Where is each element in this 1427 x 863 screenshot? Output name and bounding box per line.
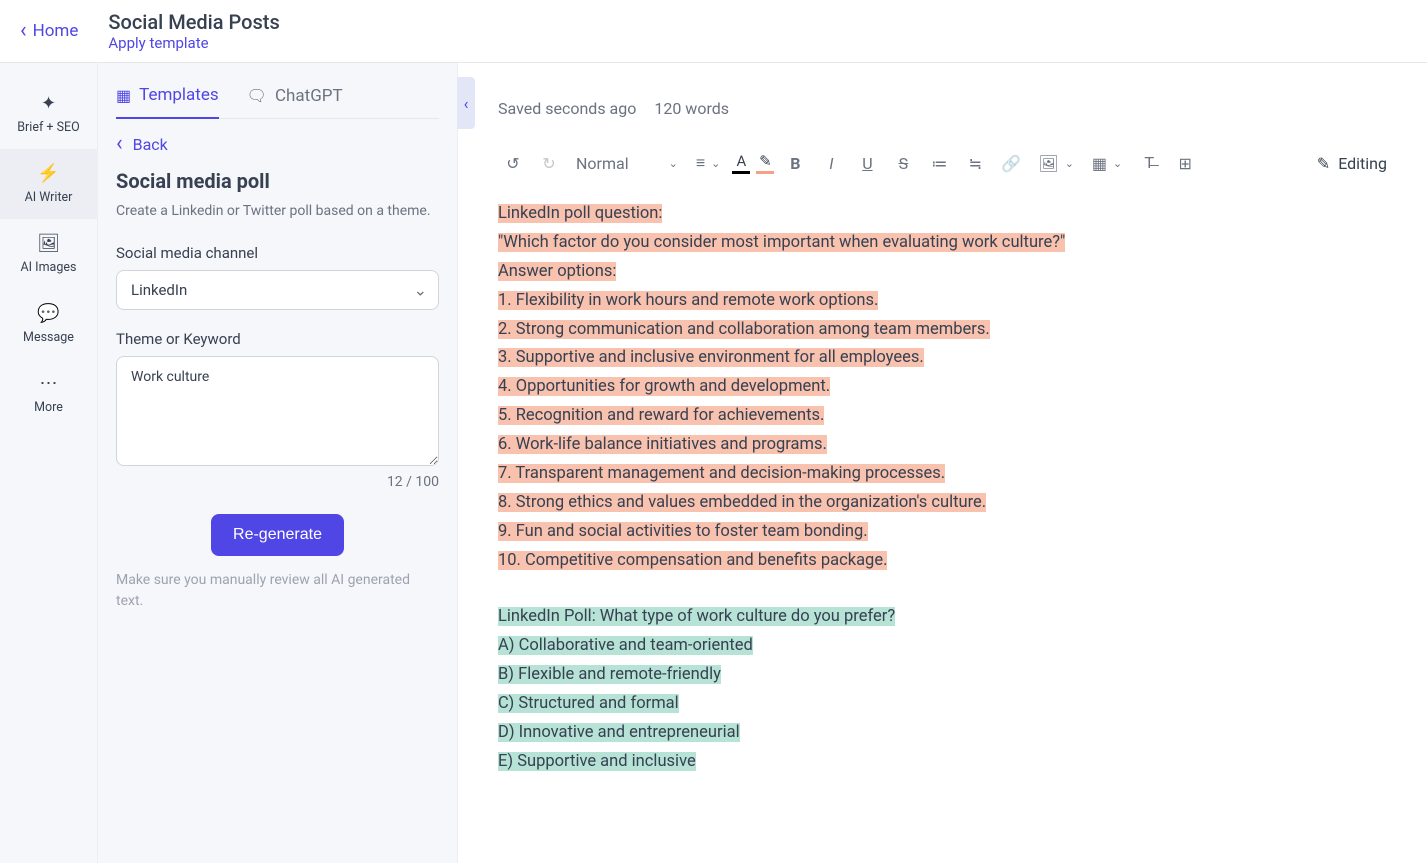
editing-mode-toggle[interactable]: ✎ Editing: [1317, 154, 1387, 173]
templates-icon: ▦: [116, 86, 131, 105]
home-link[interactable]: ‹ Home: [20, 20, 78, 42]
paragraph-style-select[interactable]: Normal ⌄: [570, 150, 684, 177]
theme-label: Theme or Keyword: [116, 330, 439, 348]
text-line: B) Flexible and remote-friendly: [498, 665, 721, 684]
tab-chatgpt[interactable]: 🗨 ChatGPT: [247, 77, 343, 118]
strikethrough-button[interactable]: S: [888, 148, 918, 178]
chevron-left-icon: ‹: [20, 20, 27, 42]
disclaimer-text: Make sure you manually review all AI gen…: [116, 570, 439, 612]
underline-button[interactable]: U: [852, 148, 882, 178]
pencil-icon: ✎: [1317, 154, 1330, 173]
text-color-button[interactable]: A: [732, 152, 750, 174]
bolt-icon: ⚡: [37, 163, 59, 184]
bold-button[interactable]: B: [780, 148, 810, 178]
highlight-color-button[interactable]: ✎: [756, 152, 774, 174]
comment-button[interactable]: ⊞: [1170, 148, 1200, 178]
editor-area: Saved seconds ago 120 words ↺ ↻ Normal ⌄…: [458, 63, 1427, 863]
left-rail: ✦ Brief + SEO ⚡ AI Writer 🖼 AI Images 💬 …: [0, 63, 98, 863]
regenerate-button[interactable]: Re-generate: [211, 514, 344, 556]
document-content[interactable]: LinkedIn poll question: "Which factor do…: [458, 200, 1427, 777]
tab-templates[interactable]: ▦ Templates: [116, 77, 219, 119]
text-line: D) Innovative and entrepreneurial: [498, 723, 740, 742]
text-line: 10. Competitive compensation and benefit…: [498, 551, 887, 570]
back-link[interactable]: ‹ Back: [116, 133, 439, 155]
italic-button[interactable]: I: [816, 148, 846, 178]
text-line: 8. Strong ethics and values embedded in …: [498, 493, 986, 512]
image-icon: 🖼: [37, 233, 60, 254]
redo-button[interactable]: ↻: [534, 148, 564, 178]
panel-heading: Social media poll: [116, 169, 439, 193]
align-select[interactable]: ≡ ⌄: [690, 149, 727, 177]
saved-status: Saved seconds ago: [498, 99, 636, 118]
rail-ai-writer[interactable]: ⚡ AI Writer: [0, 149, 97, 219]
link-button[interactable]: 🔗: [996, 148, 1026, 178]
chevron-down-icon: ⌄: [711, 157, 720, 170]
text-line: E) Supportive and inclusive: [498, 752, 696, 771]
text-line: "Which factor do you consider most impor…: [498, 233, 1065, 252]
chevron-left-icon: ‹: [116, 133, 123, 155]
text-line: 2. Strong communication and collaboratio…: [498, 320, 990, 339]
text-line: 7. Transparent management and decision-m…: [498, 464, 945, 483]
chevron-left-icon: ‹: [464, 94, 469, 113]
rail-more[interactable]: ⋯ More: [0, 359, 97, 429]
apply-template-link[interactable]: Apply template: [108, 34, 279, 52]
clear-format-button[interactable]: T̶: [1134, 148, 1164, 178]
bullet-list-button[interactable]: ≔: [924, 148, 954, 178]
channel-label: Social media channel: [116, 244, 439, 262]
text-line: A) Collaborative and team-oriented: [498, 636, 753, 655]
text-line: 9. Fun and social activities to foster t…: [498, 522, 868, 541]
chat-bubbles-icon: 🗨: [247, 86, 267, 105]
collapse-panel-handle[interactable]: ‹: [457, 77, 475, 129]
numbered-list-button[interactable]: ≒: [960, 148, 990, 178]
text-line: C) Structured and formal: [498, 694, 679, 713]
template-panel: ▦ Templates 🗨 ChatGPT ‹ Back Social medi…: [98, 63, 458, 863]
editor-toolbar: ↺ ↻ Normal ⌄ ≡ ⌄ A ✎ B I U S ≔ ≒: [458, 138, 1427, 200]
insert-image-select[interactable]: 🖼 ⌄: [1032, 150, 1080, 177]
char-counter: 12 / 100: [116, 474, 439, 490]
page-title: Social Media Posts: [108, 10, 279, 34]
channel-select[interactable]: LinkedIn: [116, 270, 439, 310]
image-icon: 🖼: [1038, 154, 1058, 173]
target-icon: ✦: [41, 93, 56, 114]
chat-icon: 💬: [37, 303, 59, 324]
text-line: 6. Work-life balance initiatives and pro…: [498, 435, 827, 454]
chevron-down-icon: ⌄: [669, 157, 678, 170]
rail-ai-images[interactable]: 🖼 AI Images: [0, 219, 97, 289]
text-line: 3. Supportive and inclusive environment …: [498, 348, 924, 367]
editor-status: Saved seconds ago 120 words: [458, 63, 1427, 138]
rail-brief-seo[interactable]: ✦ Brief + SEO: [0, 79, 97, 149]
align-left-icon: ≡: [696, 153, 705, 173]
highlighter-icon: ✎: [759, 152, 772, 170]
panel-description: Create a Linkedin or Twitter poll based …: [116, 201, 439, 222]
table-icon: ▦: [1092, 154, 1107, 173]
text-line: 4. Opportunities for growth and developm…: [498, 377, 830, 396]
title-block: Social Media Posts Apply template: [108, 10, 279, 52]
chevron-down-icon: ⌄: [1065, 157, 1074, 170]
more-icon: ⋯: [40, 373, 58, 394]
chevron-down-icon: ⌄: [1113, 157, 1122, 170]
insert-table-select[interactable]: ▦ ⌄: [1086, 150, 1128, 177]
topbar: ‹ Home Social Media Posts Apply template: [0, 0, 1427, 63]
home-label: Home: [33, 21, 79, 41]
rail-message[interactable]: 💬 Message: [0, 289, 97, 359]
text-line: 5. Recognition and reward for achievemen…: [498, 406, 824, 425]
text-line: LinkedIn Poll: What type of work culture…: [498, 607, 895, 626]
text-line: Answer options:: [498, 262, 616, 281]
text-line: LinkedIn poll question:: [498, 204, 662, 223]
theme-input[interactable]: [116, 356, 439, 466]
panel-tabs: ▦ Templates 🗨 ChatGPT: [116, 77, 439, 119]
word-count: 120 words: [654, 99, 729, 118]
text-line: 1. Flexibility in work hours and remote …: [498, 291, 878, 310]
undo-button[interactable]: ↺: [498, 148, 528, 178]
